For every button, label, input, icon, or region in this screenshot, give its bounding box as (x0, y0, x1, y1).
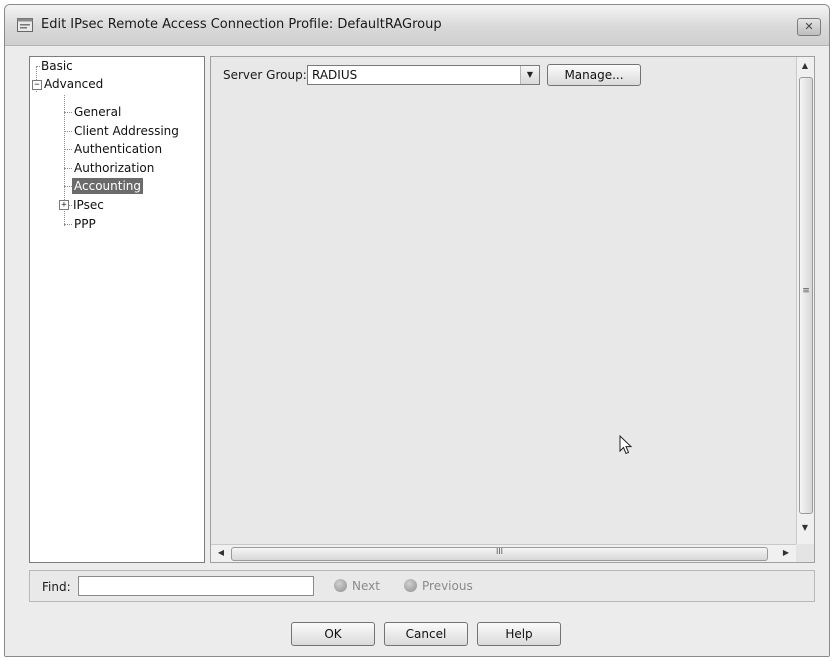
server-group-label: Server Group: (223, 68, 307, 82)
scroll-corner (796, 544, 814, 562)
tree-item-client-addressing[interactable]: Client Addressing (72, 123, 181, 139)
tree-item-accounting[interactable]: Accounting (72, 178, 144, 194)
window-icon (17, 18, 33, 32)
tree-item-basic[interactable]: Basic (39, 58, 75, 74)
scroll-down-icon[interactable]: ▼ (797, 523, 813, 532)
tree-item-authorization[interactable]: Authorization (72, 160, 156, 176)
title-bar[interactable]: Edit IPsec Remote Access Connection Prof… (5, 5, 829, 46)
dialog-content: Basic − Advanced General Client Addressi… (5, 46, 829, 656)
scroll-left-icon[interactable]: ◀ (213, 548, 229, 557)
find-previous-button[interactable]: Previous (404, 579, 473, 593)
dropdown-arrow-icon[interactable]: ▼ (520, 66, 539, 84)
mouse-cursor-icon (619, 435, 633, 455)
ok-button[interactable]: OK (291, 622, 375, 646)
scroll-right-icon[interactable]: ▶ (778, 548, 794, 557)
server-group-select[interactable]: RADIUS ▼ (307, 65, 540, 85)
tree-item-authentication[interactable]: Authentication (72, 141, 164, 157)
find-next-button[interactable]: Next (334, 579, 380, 593)
vertical-scroll-thumb[interactable]: ≡ (799, 77, 813, 514)
edit-connection-profile-dialog: Edit IPsec Remote Access Connection Prof… (4, 4, 830, 657)
close-button[interactable]: ✕ (797, 18, 821, 36)
cancel-button[interactable]: Cancel (384, 622, 468, 646)
next-icon (334, 579, 347, 592)
horizontal-scrollbar[interactable]: ◀ III ▶ (211, 544, 796, 562)
collapse-advanced-icon[interactable]: − (32, 80, 42, 90)
previous-icon (404, 579, 417, 592)
horizontal-scroll-thumb[interactable]: III (231, 547, 768, 561)
server-group-value: RADIUS (312, 68, 358, 82)
tree-item-general[interactable]: General (72, 104, 123, 120)
vertical-scrollbar[interactable]: ▲ ≡ ▼ (796, 57, 814, 544)
grip-icon: III (495, 547, 504, 556)
navigation-tree: Basic − Advanced General Client Addressi… (29, 56, 205, 563)
grip-icon: ≡ (802, 286, 810, 296)
help-button[interactable]: Help (477, 622, 561, 646)
scroll-up-icon[interactable]: ▲ (797, 61, 813, 70)
find-input[interactable] (78, 576, 314, 596)
find-bar: Find: Next Previous (29, 570, 815, 602)
find-label: Find: (42, 580, 71, 594)
next-label: Next (352, 579, 380, 593)
window-title: Edit IPsec Remote Access Connection Prof… (41, 17, 442, 32)
tree-item-ipsec[interactable]: IPsec (71, 197, 106, 213)
expand-ipsec-icon[interactable]: + (59, 200, 69, 210)
tree-item-ppp[interactable]: PPP (72, 216, 98, 232)
accounting-panel: Server Group: RADIUS ▼ Manage... ▲ ≡ ▼ ◀… (210, 56, 815, 563)
tree-item-advanced[interactable]: Advanced (42, 76, 105, 92)
previous-label: Previous (422, 579, 473, 593)
manage-button[interactable]: Manage... (547, 64, 641, 86)
